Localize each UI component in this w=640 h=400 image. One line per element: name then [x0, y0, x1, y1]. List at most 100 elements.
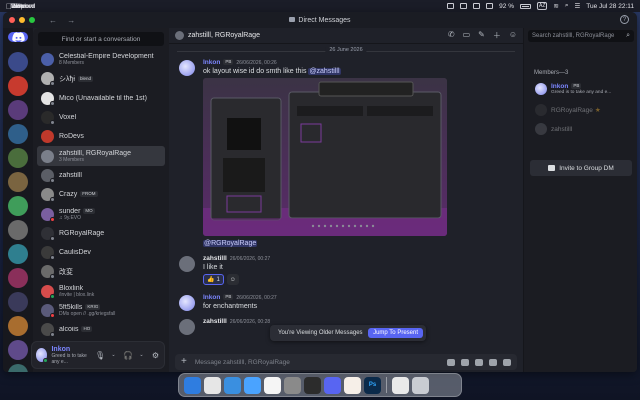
music-icon[interactable] — [460, 3, 468, 9]
message-author[interactable]: Inkon — [203, 294, 220, 301]
search-input[interactable]: Search zahstilll, RGRoyalRage ⌕ — [528, 30, 634, 42]
server-icon[interactable] — [8, 316, 28, 336]
dm-item[interactable]: シλђɨ blend — [37, 69, 165, 88]
wifi-icon[interactable]: ≋ — [553, 2, 558, 10]
member-item[interactable]: Inkon PB Greed is to take any and e... — [532, 80, 634, 98]
member-item[interactable]: RGRoyalRage ★ — [532, 101, 634, 119]
user-avatar[interactable] — [36, 348, 49, 363]
dm-item[interactable]: CaulisDev — [37, 243, 165, 262]
close-window-button[interactable] — [9, 17, 15, 23]
discord-tray-icon[interactable] — [486, 3, 494, 9]
dock-app-document[interactable] — [392, 376, 409, 394]
display-icon[interactable] — [447, 3, 455, 9]
video-call-icon[interactable]: ▭ — [463, 30, 471, 41]
upload-plus-icon[interactable]: + — [181, 357, 187, 367]
server-icon[interactable] — [8, 292, 28, 312]
image-attachment[interactable] — [203, 78, 447, 236]
pinned-messages-icon[interactable]: ✎ — [478, 30, 485, 41]
dock-app-settings[interactable] — [284, 376, 301, 394]
control-center-icon[interactable]: ☰ — [574, 2, 580, 10]
invite-to-group-dm-button[interactable]: Invite to Group DM — [530, 160, 632, 176]
user-mention[interactable]: @RGRoyalRage — [203, 240, 258, 247]
dm-item[interactable]: zahstilll, RGRoyalRage 3 Members — [37, 146, 165, 166]
server-icon[interactable] — [8, 340, 28, 360]
dock-app-finder[interactable] — [184, 376, 201, 394]
message-author[interactable]: zahstilll — [203, 255, 227, 262]
server-icon[interactable] — [8, 76, 28, 96]
message-composer[interactable]: + Message zahstilll, RGRoyalRage — [175, 354, 517, 370]
gif-icon[interactable] — [461, 358, 469, 366]
add-friends-icon[interactable]: ＋ — [493, 30, 501, 41]
dock-app-discord[interactable] — [324, 376, 341, 394]
dock-app-photoshop[interactable]: Ps — [364, 376, 381, 394]
user-name[interactable]: Inkon — [51, 346, 95, 353]
message-avatar[interactable] — [179, 295, 195, 311]
server-icon[interactable] — [8, 52, 28, 72]
server-icon[interactable] — [8, 172, 28, 192]
sticker-icon[interactable] — [475, 358, 483, 366]
dm-name-text: RoDevs — [59, 133, 84, 141]
audio-options-chevron-icon[interactable]: ⌄ — [137, 351, 146, 360]
server-icon[interactable] — [8, 100, 28, 120]
dm-item[interactable]: RoDevs — [37, 127, 165, 146]
dm-item[interactable]: 改変 — [37, 262, 165, 281]
dock-app-mail[interactable] — [244, 376, 261, 394]
input-source-indicator[interactable]: AZ — [536, 2, 548, 10]
message-author[interactable]: Inkon — [203, 59, 220, 66]
member-item[interactable]: zahstilll — [532, 120, 634, 138]
dock-app-launchpad[interactable] — [204, 376, 221, 394]
dm-item[interactable]: Bloxlink/invite | blox.link — [37, 282, 165, 301]
voice-call-icon[interactable]: ✆ — [448, 30, 455, 41]
dm-item[interactable]: Celestial-Empire Development 8 Members — [37, 50, 165, 69]
server-icon[interactable] — [8, 220, 28, 240]
settings-gear-icon[interactable]: ⚙ — [151, 351, 160, 360]
mic-options-chevron-icon[interactable]: ⌄ — [109, 351, 118, 360]
discord-home-button[interactable] — [8, 32, 28, 42]
dm-item[interactable]: sunder MO ♫ 9y.EVO — [37, 204, 165, 223]
help-icon[interactable]: ? — [620, 15, 629, 24]
dm-item[interactable]: Crazy FROM — [37, 185, 165, 204]
dm-item[interactable]: Mico (Unavailable til the 1st) — [37, 89, 165, 108]
server-icon[interactable] — [8, 268, 28, 288]
emoji-icon[interactable] — [489, 358, 497, 366]
add-reaction-button[interactable]: ☺ — [226, 274, 239, 285]
message-avatar[interactable] — [179, 256, 195, 272]
message-author[interactable]: zahstilll — [203, 318, 227, 325]
message-body: ok layout wise id do smth like this — [203, 68, 309, 75]
battery-icon[interactable] — [519, 3, 531, 9]
search-icon[interactable]: ⌕ — [565, 2, 569, 10]
server-icon[interactable] — [8, 148, 28, 168]
find-conversation-button[interactable]: Find or start a conversation — [38, 32, 164, 46]
server-icon[interactable] — [8, 244, 28, 264]
dm-list: Celestial-Empire Development 8 Members シλђ… — [37, 50, 165, 339]
user-mention[interactable]: @zahstilll — [308, 68, 341, 75]
zoom-window-button[interactable] — [29, 17, 35, 23]
gift-icon[interactable] — [447, 358, 455, 366]
dock-app-chatgpt[interactable] — [264, 376, 281, 394]
message-avatar[interactable] — [179, 60, 195, 76]
jump-to-present-button[interactable]: Jump To Present — [368, 328, 423, 338]
headphones-icon[interactable]: 🎧 — [123, 351, 133, 360]
dm-item[interactable]: alcoiis HO — [37, 320, 165, 339]
server-icon[interactable] — [8, 124, 28, 144]
dock-app-claude[interactable] — [344, 376, 361, 394]
dm-item[interactable]: 5ft5kills KRIG DMs open // .gg/kriegsfall — [37, 301, 165, 320]
message-avatar[interactable] — [179, 319, 195, 335]
dm-item[interactable]: Voxel — [37, 108, 165, 127]
dock-app-safari[interactable] — [224, 376, 241, 394]
reaction-thumbs-up[interactable]: 👍 1 — [203, 274, 224, 285]
apps-icon[interactable] — [503, 358, 511, 366]
screen-icon[interactable] — [473, 3, 481, 9]
back-forward-arrows[interactable]: ← → — [49, 16, 79, 25]
composer-placeholder[interactable]: Message zahstilll, RGRoyalRage — [195, 359, 290, 366]
server-icon[interactable] — [8, 364, 28, 372]
dock-app-roblox[interactable] — [304, 376, 321, 394]
dock-app-trash[interactable] — [412, 376, 429, 394]
server-icon[interactable] — [8, 196, 28, 216]
member-list-icon[interactable]: ☺ — [509, 30, 517, 41]
dm-item[interactable]: zahstilll — [37, 166, 165, 185]
minimize-window-button[interactable] — [19, 17, 25, 23]
clock[interactable]: Tue Jul 28 22:11 — [586, 3, 634, 10]
microphone-icon[interactable]: 🎙 — [95, 351, 105, 360]
dm-item[interactable]: RGRoyalRage — [37, 224, 165, 243]
